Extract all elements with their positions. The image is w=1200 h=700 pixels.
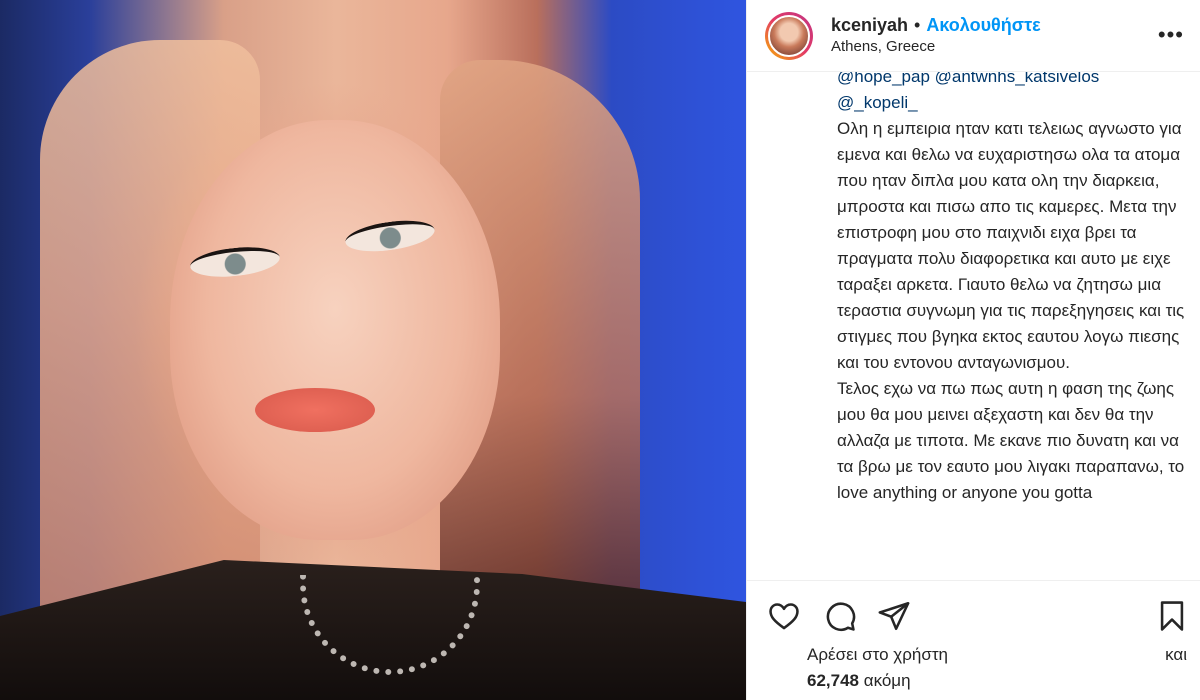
header-text: kceniyah • Ακολουθήστε Athens, Greece bbox=[831, 14, 1041, 57]
likes-and: και bbox=[1165, 645, 1187, 664]
bookmark-icon[interactable] bbox=[1155, 599, 1189, 633]
header-row: kceniyah • Ακολουθήστε bbox=[831, 14, 1041, 37]
share-icon[interactable] bbox=[877, 599, 911, 633]
mentions-partial[interactable]: @hope_pap @antwnhs_katsivelos bbox=[837, 72, 1185, 90]
username-link[interactable]: kceniyah bbox=[831, 15, 908, 35]
post-photo[interactable] bbox=[0, 0, 746, 700]
likes-row-1: Αρέσει στο χρήστη και bbox=[807, 642, 1187, 668]
avatar[interactable] bbox=[765, 11, 813, 60]
likes-count[interactable]: 62,748 bbox=[807, 671, 859, 690]
photo-face bbox=[170, 120, 500, 540]
post-details-panel: kceniyah • Ακολουθήστε Athens, Greece ••• … bbox=[746, 0, 1200, 700]
likes-row-2[interactable]: 62,748 ακόμη bbox=[807, 668, 1187, 694]
follow-button[interactable]: Ακολουθήστε bbox=[926, 15, 1040, 35]
caption-text: Ολη η εμπειρια ηταν κατι τελειως αγνωστο… bbox=[837, 119, 1185, 502]
avatar-image bbox=[768, 14, 810, 57]
heart-icon[interactable] bbox=[767, 599, 801, 633]
caption-area: @hope_pap @antwnhs_katsivelos @_kopeli_ … bbox=[837, 72, 1185, 580]
likes-summary: Αρέσει στο χρήστη και 62,748 ακόμη bbox=[807, 642, 1187, 694]
comment-icon[interactable] bbox=[823, 599, 857, 633]
more-options-icon[interactable]: ••• bbox=[1158, 24, 1184, 46]
mention-kopeli[interactable]: @_kopeli_ bbox=[837, 90, 1185, 116]
likes-suffix: ακόμη bbox=[863, 671, 911, 690]
location-link[interactable]: Athens, Greece bbox=[831, 37, 1041, 57]
post-header: kceniyah • Ακολουθήστε Athens, Greece ••• bbox=[747, 0, 1200, 72]
likes-prefix: Αρέσει στο χρήστη bbox=[807, 645, 949, 664]
action-bar bbox=[747, 580, 1200, 640]
separator-dot: • bbox=[914, 15, 921, 36]
photo-lips bbox=[255, 388, 375, 432]
